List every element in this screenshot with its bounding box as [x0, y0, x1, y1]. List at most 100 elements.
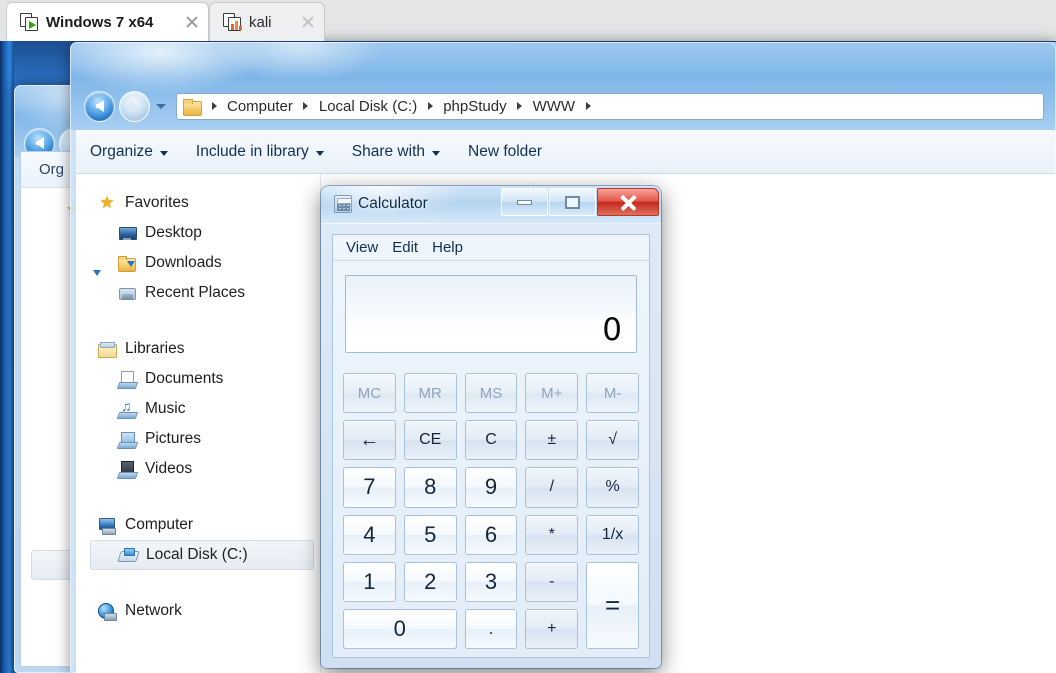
calculator-keypad: MC MR MS M+ M- ← CE C ± √ 7 8 9 / % 4 5 … — [343, 373, 639, 649]
breadcrumb-local-disk[interactable]: Local Disk (C:) — [315, 96, 421, 117]
nav-item-videos[interactable]: Videos — [76, 454, 320, 484]
key-1[interactable]: 1 — [343, 561, 396, 602]
key-2[interactable]: 2 — [403, 561, 457, 602]
pictures-icon — [118, 431, 136, 448]
address-bar[interactable]: Computer Local Disk (C:) phpStudy WWW — [176, 92, 1044, 120]
key-mc[interactable]: MC — [343, 373, 396, 414]
nav-item-downloads[interactable]: Downloads — [76, 248, 320, 278]
menu-item-view[interactable]: View — [339, 237, 385, 258]
nav-item-label: Videos — [145, 460, 193, 477]
nav-item-desktop[interactable]: Desktop — [76, 218, 320, 248]
key-minus[interactable]: - — [525, 561, 579, 602]
vm-window-bars-icon — [223, 12, 242, 32]
new-folder-label: New folder — [468, 142, 543, 160]
close-button[interactable] — [597, 188, 659, 216]
key-6[interactable]: 6 — [464, 514, 518, 555]
include-in-library-button[interactable]: Include in library — [182, 137, 338, 167]
key-reciprocal[interactable]: 1/x — [586, 514, 639, 555]
breadcrumb-phpstudy[interactable]: phpStudy — [439, 96, 510, 117]
nav-group-gap — [76, 570, 320, 596]
nav-item-label: Recent Places — [145, 284, 245, 301]
close-icon[interactable] — [182, 12, 202, 32]
nav-item-label: Music — [145, 400, 186, 417]
key-mr[interactable]: MR — [403, 373, 457, 414]
chevron-down-icon — [159, 150, 168, 156]
key-7[interactable]: 7 — [343, 467, 396, 508]
calculator-window[interactable]: Calculator View Edit Help 0 MC MR MS M+ … — [321, 186, 661, 668]
libraries-icon — [98, 341, 117, 358]
share-with-button[interactable]: Share with — [338, 137, 454, 167]
key-8[interactable]: 8 — [403, 467, 457, 508]
browser-tab-label: kali — [249, 13, 272, 31]
new-folder-button[interactable]: New folder — [454, 137, 556, 167]
browser-tab-kali[interactable]: kali — [209, 2, 325, 41]
key-4[interactable]: 4 — [343, 514, 396, 555]
menu-item-edit[interactable]: Edit — [385, 237, 425, 258]
music-icon — [118, 398, 136, 418]
nav-item-label: Computer — [125, 516, 194, 533]
nav-item-documents[interactable]: Documents — [76, 364, 320, 394]
key-m-plus[interactable]: M+ — [525, 373, 579, 414]
key-plus-minus[interactable]: ± — [525, 420, 579, 461]
chevron-down-icon — [315, 150, 324, 156]
include-in-library-label: Include in library — [195, 142, 309, 160]
nav-item-pictures[interactable]: Pictures — [76, 424, 320, 454]
browser-tab-windows7[interactable]: Windows 7 x64 — [6, 2, 209, 41]
screen: Windows 7 x64 kali Org ★ — [0, 0, 1056, 673]
key-divide[interactable]: / — [525, 467, 579, 508]
close-icon[interactable] — [298, 12, 318, 32]
window-controls — [500, 188, 659, 216]
explorer-nav-bar: Computer Local Disk (C:) phpStudy WWW — [70, 86, 1056, 126]
share-with-label: Share with — [351, 142, 425, 160]
minimize-icon — [517, 199, 532, 205]
key-ms[interactable]: MS — [464, 373, 518, 414]
breadcrumb-www[interactable]: WWW — [529, 96, 579, 117]
key-percent[interactable]: % — [586, 467, 639, 508]
key-9[interactable]: 9 — [464, 467, 518, 508]
nav-item-label: Network — [125, 602, 182, 619]
nav-item-network[interactable]: Network — [76, 596, 320, 626]
minimize-button[interactable] — [501, 188, 548, 216]
organize-label: Organize — [90, 142, 153, 160]
breadcrumb-separator — [513, 102, 527, 110]
nav-item-recent-places[interactable]: Recent Places — [76, 278, 320, 308]
breadcrumb-computer[interactable]: Computer — [223, 96, 297, 117]
chevron-down-icon[interactable] — [154, 91, 168, 122]
nav-item-libraries[interactable]: Libraries — [76, 334, 320, 364]
key-plus[interactable]: + — [525, 608, 579, 649]
star-icon: ★ — [99, 192, 115, 212]
desktop-left-edge — [0, 41, 14, 673]
organize-button[interactable]: Organize — [76, 137, 182, 167]
nav-item-computer[interactable]: Computer — [76, 510, 320, 540]
videos-icon — [118, 460, 136, 478]
key-sqrt[interactable]: √ — [586, 420, 639, 461]
key-c[interactable]: C — [464, 420, 518, 461]
key-multiply[interactable]: * — [525, 514, 579, 555]
browser-tab-label: Windows 7 x64 — [46, 13, 154, 31]
nav-item-local-disk-c[interactable]: Local Disk (C:) — [90, 540, 314, 570]
nav-item-favorites[interactable]: ★ Favorites — [76, 188, 320, 218]
nav-item-label: Downloads — [145, 254, 222, 271]
breadcrumb-separator — [207, 102, 221, 110]
nav-item-label: Pictures — [145, 430, 201, 447]
calculator-icon — [334, 195, 352, 213]
maximize-button[interactable] — [549, 188, 596, 216]
key-ce[interactable]: CE — [403, 420, 457, 461]
forward-button[interactable] — [119, 90, 150, 122]
back-button[interactable] — [84, 90, 115, 122]
nav-item-music[interactable]: Music — [76, 394, 320, 424]
background-organize-label: Org — [39, 161, 65, 178]
key-0[interactable]: 0 — [343, 608, 457, 649]
key-3[interactable]: 3 — [464, 561, 518, 602]
key-backspace[interactable]: ← — [343, 420, 396, 461]
documents-icon — [118, 370, 136, 388]
navigation-pane: ★ Favorites Desktop Downloads Recent Pla… — [76, 174, 321, 673]
key-m-minus[interactable]: M- — [586, 373, 639, 414]
key-5[interactable]: 5 — [403, 514, 457, 555]
nav-item-label: Libraries — [125, 340, 185, 357]
key-equals[interactable]: = — [586, 561, 639, 649]
recent-places-icon — [118, 285, 136, 302]
menu-item-help[interactable]: Help — [425, 237, 470, 258]
nav-item-label: Documents — [145, 370, 224, 387]
key-decimal[interactable]: . — [464, 608, 518, 649]
